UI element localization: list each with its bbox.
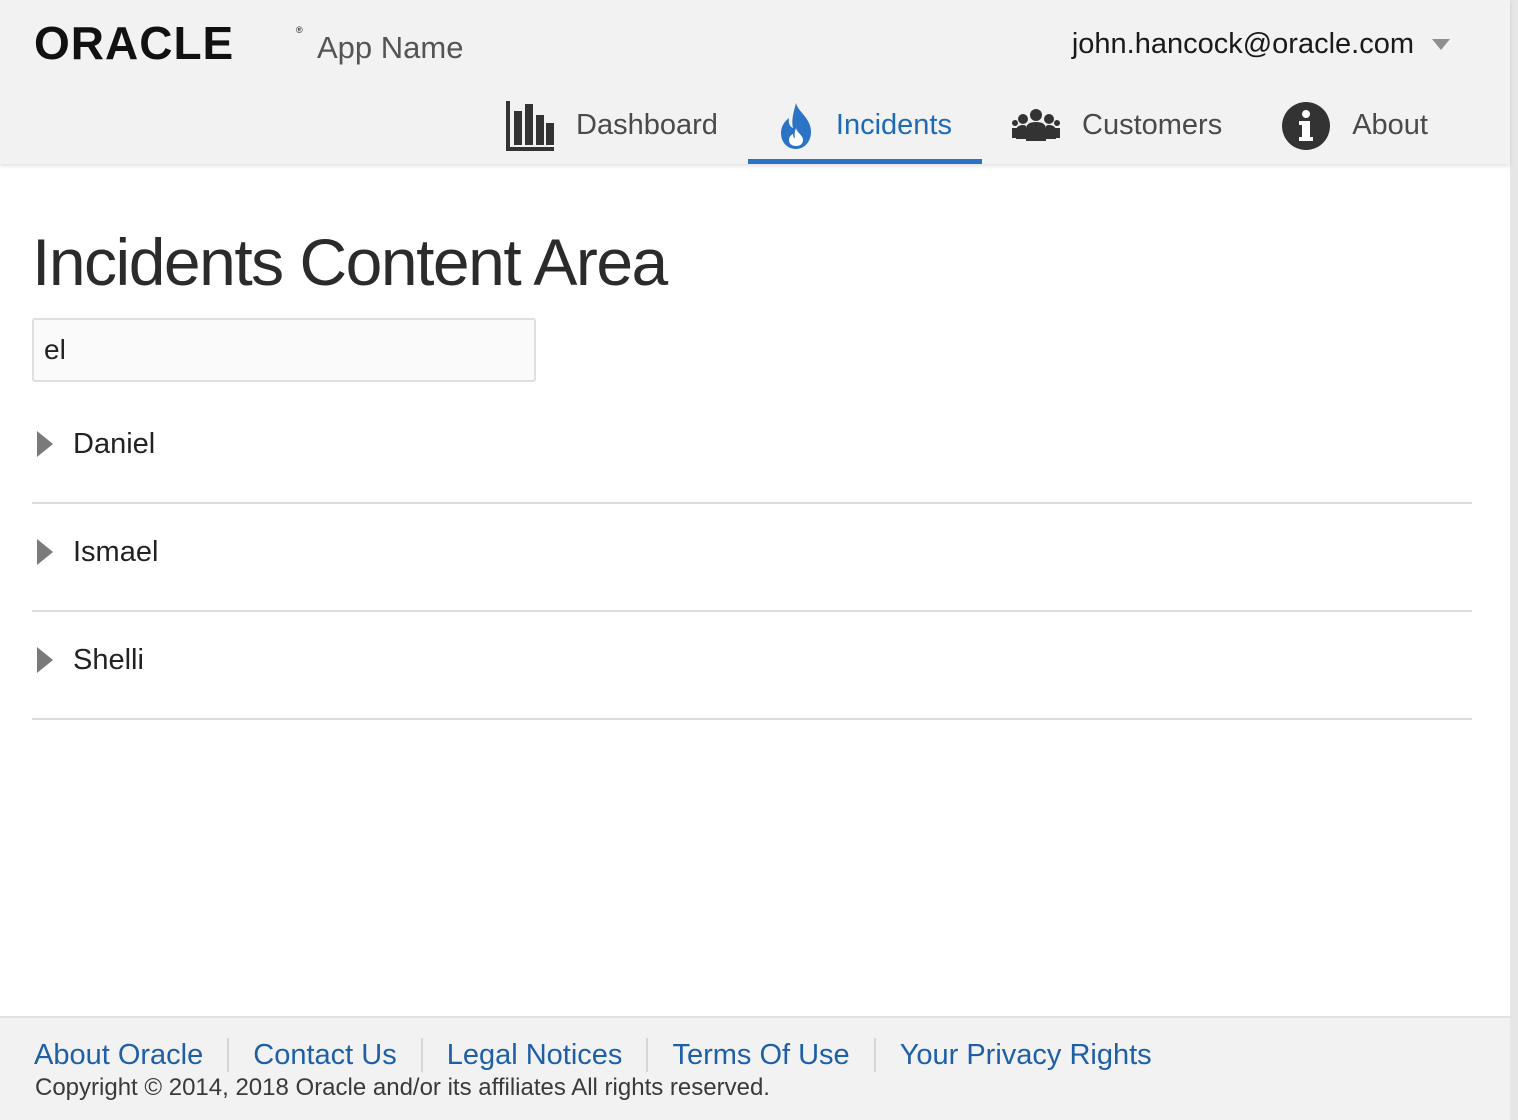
chevron-down-icon[interactable] [1432, 38, 1450, 50]
footer-link-about-oracle[interactable]: About Oracle [34, 1039, 203, 1072]
fire-icon [778, 102, 814, 150]
footer-divider [646, 1038, 649, 1072]
svg-text:®: ® [296, 25, 303, 35]
footer-links: About Oracle Contact Us Legal Notices Te… [34, 1038, 1152, 1072]
footer-divider [227, 1038, 230, 1072]
page-title: Incidents Content Area [32, 225, 668, 299]
list-item[interactable]: Daniel [32, 396, 1472, 504]
footer-divider [873, 1038, 876, 1072]
expand-arrow-icon[interactable] [37, 539, 53, 565]
list-item-name: Ismael [73, 535, 159, 568]
copyright-text: Copyright © 2014, 2018 Oracle and/or its… [35, 1074, 770, 1101]
oracle-logo-icon: ORACLE ® [34, 22, 303, 66]
expand-arrow-icon[interactable] [37, 431, 53, 457]
main-nav: Dashboard Incidents Customers About [476, 90, 1458, 164]
nav-item-label[interactable]: Dashboard [576, 109, 718, 142]
user-menu[interactable]: john.hancock@oracle.com [1072, 24, 1450, 64]
nav-item-label[interactable]: Incidents [836, 109, 952, 142]
svg-text:ORACLE: ORACLE [34, 22, 234, 66]
app-footer: About Oracle Contact Us Legal Notices Te… [0, 1016, 1510, 1120]
footer-link-privacy-rights[interactable]: Your Privacy Rights [900, 1039, 1152, 1072]
app-header: ORACLE ® App Name john.hancock@oracle.co… [0, 0, 1510, 164]
oracle-logo: ORACLE ® [34, 22, 306, 66]
results-list: Daniel Ismael Shelli [32, 396, 1472, 720]
search-input[interactable] [32, 318, 536, 382]
user-email[interactable]: john.hancock@oracle.com [1072, 24, 1414, 64]
footer-link-legal-notices[interactable]: Legal Notices [447, 1039, 623, 1072]
list-item-name: Shelli [73, 643, 144, 676]
people-icon [1012, 108, 1060, 143]
footer-divider [420, 1038, 423, 1072]
footer-link-terms-of-use[interactable]: Terms Of Use [672, 1039, 849, 1072]
footer-link-contact-us[interactable]: Contact Us [253, 1039, 396, 1072]
bar-chart-icon [506, 100, 555, 151]
expand-arrow-icon[interactable] [37, 647, 53, 673]
nav-item-label[interactable]: Customers [1082, 109, 1222, 142]
list-item[interactable]: Shelli [32, 612, 1472, 720]
list-item-name: Daniel [73, 427, 156, 460]
nav-item-dashboard[interactable]: Dashboard [476, 90, 748, 164]
nav-item-incidents[interactable]: Incidents [747, 90, 982, 164]
app-page: ORACLE ® App Name john.hancock@oracle.co… [0, 0, 1518, 1120]
list-item[interactable]: Ismael [32, 504, 1472, 612]
nav-item-about[interactable]: About [1252, 90, 1458, 164]
nav-item-customers[interactable]: Customers [982, 90, 1252, 164]
nav-item-label[interactable]: About [1352, 109, 1428, 142]
info-icon [1282, 101, 1331, 150]
app-name: App Name [317, 30, 464, 65]
